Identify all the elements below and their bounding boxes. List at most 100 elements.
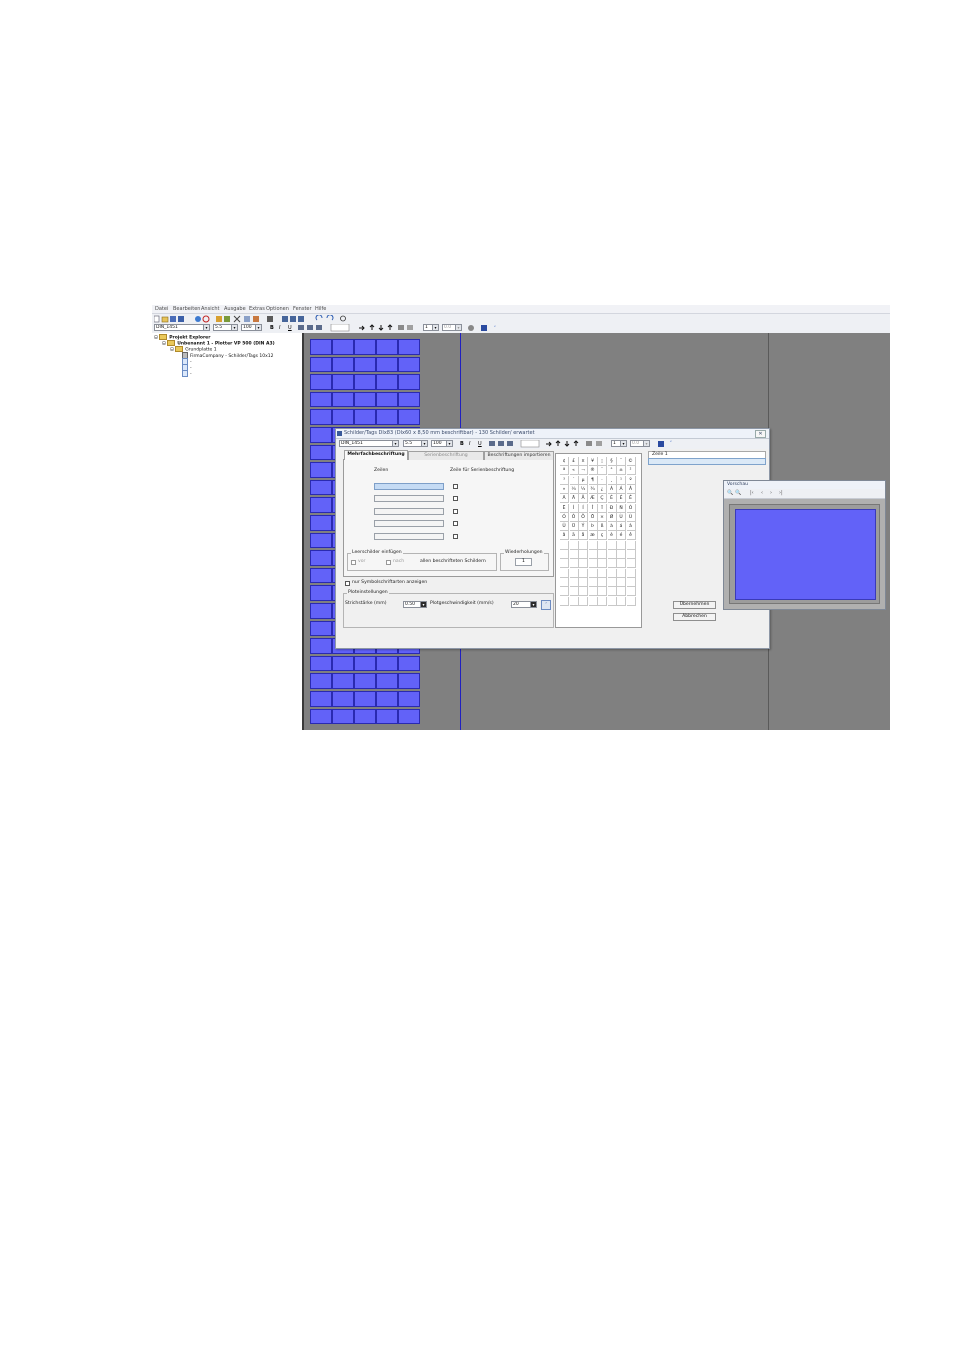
- label-cell[interactable]: [310, 339, 332, 355]
- symbol-cell[interactable]: Å: [579, 494, 588, 504]
- symbol-cell[interactable]: [607, 540, 617, 550]
- symbol-cell[interactable]: ®: [588, 466, 598, 476]
- symbol-cell[interactable]: [569, 577, 579, 587]
- symbol-cell[interactable]: ©: [626, 457, 636, 466]
- symbol-cell[interactable]: ä: [569, 531, 579, 541]
- symbol-cell[interactable]: [626, 568, 636, 578]
- symbol-cell[interactable]: ¬: [579, 466, 588, 476]
- serie-checkbox-2[interactable]: [453, 496, 458, 501]
- label-cell[interactable]: [310, 444, 332, 461]
- label-cell[interactable]: [398, 673, 420, 689]
- spin-select[interactable]: 1 ▾: [423, 324, 439, 331]
- symbol-cell[interactable]: [607, 568, 617, 578]
- symbol-cell[interactable]: Ø: [607, 512, 617, 522]
- label-cell[interactable]: [310, 427, 332, 443]
- label-cell[interactable]: [332, 409, 354, 425]
- speed-select[interactable]: 20 ▾: [511, 601, 537, 608]
- serie-checkbox-3[interactable]: [453, 509, 458, 514]
- symbol-cell[interactable]: ±: [617, 466, 626, 476]
- label-cell[interactable]: [398, 374, 420, 390]
- label-cell[interactable]: [354, 708, 376, 725]
- symbol-cell[interactable]: [607, 559, 617, 569]
- symbol-cell[interactable]: [560, 577, 569, 587]
- symbol-cell[interactable]: [598, 577, 607, 587]
- label-cell[interactable]: [310, 638, 332, 654]
- symbol-cell[interactable]: [626, 577, 636, 587]
- symbol-cell[interactable]: Ê: [626, 494, 636, 504]
- uebernehmen-button[interactable]: Übernehmen: [673, 601, 716, 609]
- symbol-cell[interactable]: º: [626, 475, 636, 485]
- dialog-align-arrow-icons[interactable]: [489, 440, 619, 448]
- symbol-cell[interactable]: [579, 596, 588, 606]
- symbol-cell[interactable]: [617, 540, 626, 550]
- menu-extras[interactable]: Extras: [249, 306, 265, 312]
- symbol-cell[interactable]: [617, 577, 626, 587]
- serie-checkbox-5[interactable]: [453, 534, 458, 539]
- label-cell[interactable]: [310, 620, 332, 637]
- symbol-cell[interactable]: Ò: [626, 503, 636, 513]
- symbol-cell[interactable]: [560, 587, 569, 597]
- symbol-cell[interactable]: [569, 550, 579, 559]
- symbol-cell[interactable]: ½: [579, 484, 588, 494]
- symbol-cell[interactable]: [579, 568, 588, 578]
- symbol-cell[interactable]: [626, 550, 636, 559]
- label-cell[interactable]: [354, 691, 376, 707]
- label-cell[interactable]: [310, 532, 332, 549]
- label-cell[interactable]: [376, 356, 398, 373]
- label-cell[interactable]: [332, 673, 354, 689]
- italic-button[interactable]: I: [279, 325, 280, 331]
- label-cell[interactable]: [398, 655, 420, 672]
- symbol-cell[interactable]: [560, 540, 569, 550]
- symbol-cell[interactable]: Ã: [560, 494, 569, 504]
- percent-select[interactable]: 100 ▾: [241, 324, 262, 331]
- dialog-bold-button[interactable]: B: [460, 441, 464, 447]
- label-cell[interactable]: [310, 374, 332, 390]
- label-cell[interactable]: [310, 497, 332, 513]
- tab-mehrfachbeschriftung[interactable]: Mehrfachbeschriftung: [344, 450, 408, 460]
- nur-symbol-checkbox[interactable]: [345, 581, 350, 586]
- symbol-cell[interactable]: Æ: [588, 494, 598, 504]
- label-cell[interactable]: [310, 673, 332, 689]
- symbol-cell[interactable]: Û: [560, 522, 569, 532]
- zoom-in-icon[interactable]: 🔍: [727, 490, 733, 496]
- symbol-cell[interactable]: ¦: [598, 457, 607, 466]
- menu-datei[interactable]: Datei: [155, 306, 168, 312]
- symbol-cell[interactable]: Ï: [598, 503, 607, 513]
- label-cell[interactable]: [398, 708, 420, 725]
- symbol-cell[interactable]: [588, 587, 598, 597]
- label-cell[interactable]: [332, 655, 354, 672]
- label-cell[interactable]: [310, 585, 332, 601]
- label-cell[interactable]: [398, 339, 420, 355]
- symbol-cell[interactable]: á: [617, 522, 626, 532]
- tree-item[interactable]: -: [182, 370, 192, 378]
- prev-page-icon[interactable]: ‹: [761, 490, 763, 496]
- zeile-list-row[interactable]: [648, 458, 766, 465]
- leer-vor-checkbox[interactable]: [351, 560, 356, 565]
- symbol-cell[interactable]: ×: [598, 512, 607, 522]
- tree-sheet[interactable]: FirmaCompany - Schilder/Tags 10x12: [182, 352, 274, 360]
- symbol-cell[interactable]: [607, 577, 617, 587]
- dialog-spin-select-2[interactable]: 0.0 ▾: [630, 440, 650, 447]
- serie-checkbox-1[interactable]: [453, 484, 458, 489]
- symbol-cell[interactable]: ¶: [588, 475, 598, 485]
- symbol-cell[interactable]: Õ: [579, 512, 588, 522]
- label-cell[interactable]: [332, 374, 354, 390]
- zoom-out-icon[interactable]: 🔍: [735, 490, 741, 496]
- label-cell[interactable]: [310, 655, 332, 672]
- symbol-cell[interactable]: Á: [617, 484, 626, 494]
- font-select[interactable]: DIN_1451 ▾: [154, 324, 210, 331]
- label-cell[interactable]: [354, 391, 376, 408]
- abbrechen-button[interactable]: Abbrechen: [673, 613, 716, 621]
- symbol-cell[interactable]: ª: [560, 466, 569, 476]
- label-cell[interactable]: [354, 339, 376, 355]
- label-cell[interactable]: [354, 673, 376, 689]
- symbol-cell[interactable]: ê: [626, 531, 636, 541]
- symbol-cell[interactable]: [588, 596, 598, 606]
- symbol-cell[interactable]: [560, 568, 569, 578]
- label-cell[interactable]: [354, 655, 376, 672]
- label-cell[interactable]: [354, 374, 376, 390]
- symbol-cell[interactable]: ¼: [569, 484, 579, 494]
- next-page-icon[interactable]: ›: [770, 490, 772, 496]
- symbol-cell[interactable]: ¯: [598, 466, 607, 476]
- label-cell[interactable]: [332, 708, 354, 725]
